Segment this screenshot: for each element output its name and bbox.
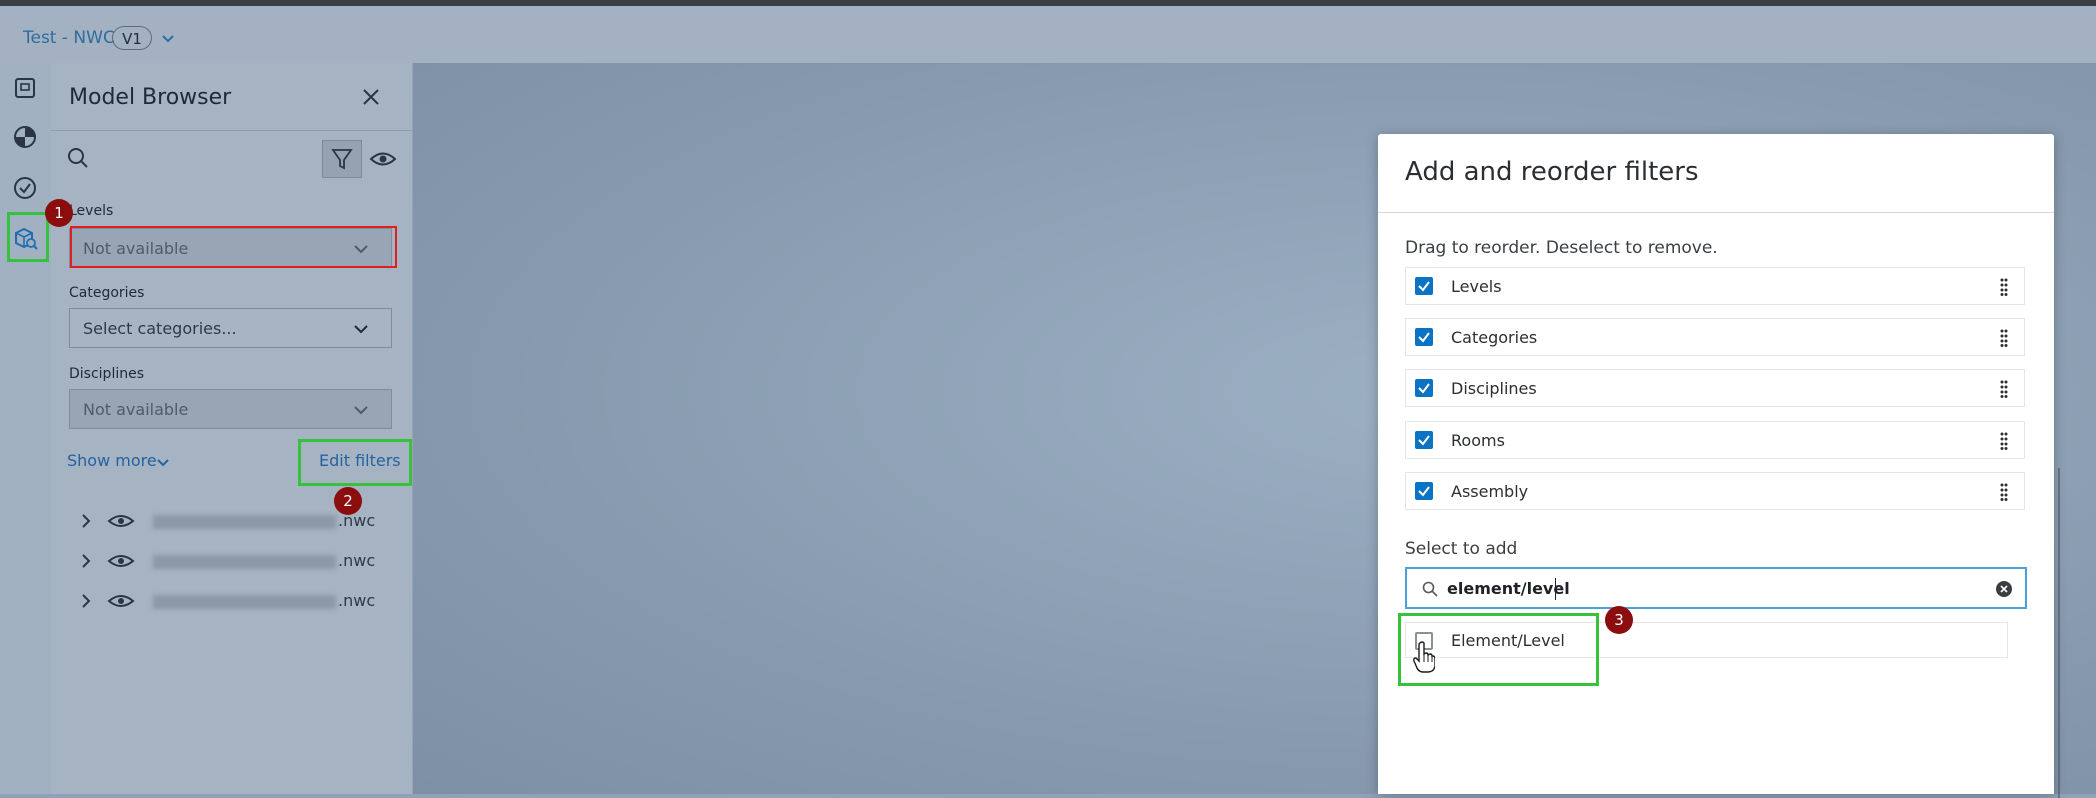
categories-select[interactable]: Select categories... xyxy=(69,308,392,348)
model-geometry xyxy=(2058,468,2096,798)
edit-filters-highlight xyxy=(298,439,412,486)
select-to-add-label: Select to add xyxy=(1405,539,1518,559)
filter-row-assembly[interactable]: Assembly xyxy=(1405,472,2025,510)
redacted-text xyxy=(153,554,336,569)
visibility-icon[interactable] xyxy=(107,592,135,610)
app-header: Test - NWC V1 xyxy=(0,6,2096,63)
redacted-text xyxy=(153,594,336,609)
file-extension: .nwc xyxy=(338,551,376,570)
version-badge[interactable]: V1 xyxy=(112,26,152,50)
sheets-icon[interactable] xyxy=(10,73,40,103)
search-icon[interactable] xyxy=(65,145,91,171)
file-row[interactable]: .nwc xyxy=(69,546,399,576)
filter-icon xyxy=(331,149,353,170)
chevron-down-icon[interactable] xyxy=(160,30,176,46)
step-badge: 3 xyxy=(1605,606,1633,634)
filter-row-levels[interactable]: Levels xyxy=(1405,267,2025,305)
drag-handle-icon[interactable] xyxy=(2000,329,2008,347)
chevron-right-icon[interactable] xyxy=(79,593,93,609)
divider xyxy=(51,130,412,131)
disciplines-value: Not available xyxy=(83,400,189,419)
model-browser-panel: Model Browser Levels Not available Categ… xyxy=(51,63,413,794)
disciplines-label: Disciplines xyxy=(69,366,144,382)
show-more-link[interactable]: Show more xyxy=(67,451,157,470)
categories-label: Categories xyxy=(69,285,145,301)
dialog-hint: Drag to reorder. Deselect to remove. xyxy=(1405,238,1718,258)
levels-highlight xyxy=(70,226,397,268)
step-badge: 1 xyxy=(45,199,73,227)
filter-label: Disciplines xyxy=(1451,379,1537,398)
levels-label: Levels xyxy=(69,203,114,219)
model-icon[interactable] xyxy=(10,122,40,152)
drag-handle-icon[interactable] xyxy=(2000,432,2008,450)
filter-label: Categories xyxy=(1451,328,1538,347)
file-name: .nwc xyxy=(153,551,375,570)
chevron-down-icon xyxy=(354,406,368,415)
clear-icon[interactable] xyxy=(1995,580,2013,598)
drag-handle-icon[interactable] xyxy=(2000,278,2008,296)
add-reorder-filters-dialog: Add and reorder filters Drag to reorder.… xyxy=(1378,134,2054,794)
filter-search-input[interactable]: element/level xyxy=(1405,567,2027,609)
filter-toggle-button[interactable] xyxy=(322,140,362,178)
drag-handle-icon[interactable] xyxy=(2000,483,2008,501)
filter-row-rooms[interactable]: Rooms xyxy=(1405,421,2025,459)
text-caret xyxy=(1555,578,1556,600)
categories-value: Select categories... xyxy=(83,319,237,338)
divider xyxy=(1378,212,2054,213)
checkbox[interactable] xyxy=(1415,277,1433,295)
visibility-icon[interactable] xyxy=(369,148,397,170)
panel-title: Model Browser xyxy=(69,85,232,110)
close-icon[interactable] xyxy=(358,84,384,110)
filter-label: Rooms xyxy=(1451,431,1505,450)
project-title[interactable]: Test - NWC xyxy=(23,28,115,48)
filter-label: Assembly xyxy=(1451,482,1529,501)
step-badge: 2 xyxy=(334,487,362,515)
checkbox[interactable] xyxy=(1415,482,1433,500)
chevron-down-icon xyxy=(354,325,368,334)
dialog-title: Add and reorder filters xyxy=(1405,157,1699,187)
visibility-icon[interactable] xyxy=(107,512,135,530)
chevron-right-icon[interactable] xyxy=(79,513,93,529)
file-row[interactable]: .nwc xyxy=(69,586,399,616)
search-icon xyxy=(1422,581,1438,597)
checkbox[interactable] xyxy=(1415,431,1433,449)
left-tool-rail xyxy=(0,63,52,794)
model-browser-highlight xyxy=(7,212,49,262)
chevron-down-icon[interactable] xyxy=(156,456,170,470)
drag-handle-icon[interactable] xyxy=(2000,380,2008,398)
file-extension: .nwc xyxy=(338,591,376,610)
chevron-right-icon[interactable] xyxy=(79,553,93,569)
filter-row-disciplines[interactable]: Disciplines xyxy=(1405,369,2025,407)
filter-label: Levels xyxy=(1451,277,1502,296)
file-name: .nwc xyxy=(153,591,375,610)
filter-row-categories[interactable]: Categories xyxy=(1405,318,2025,356)
redacted-text xyxy=(153,514,336,529)
search-value: element/level xyxy=(1447,579,1570,598)
disciplines-select[interactable]: Not available xyxy=(69,389,392,429)
checkbox[interactable] xyxy=(1415,328,1433,346)
result-highlight xyxy=(1398,613,1599,686)
check-icon[interactable] xyxy=(10,173,40,203)
checkbox[interactable] xyxy=(1415,379,1433,397)
visibility-icon[interactable] xyxy=(107,552,135,570)
